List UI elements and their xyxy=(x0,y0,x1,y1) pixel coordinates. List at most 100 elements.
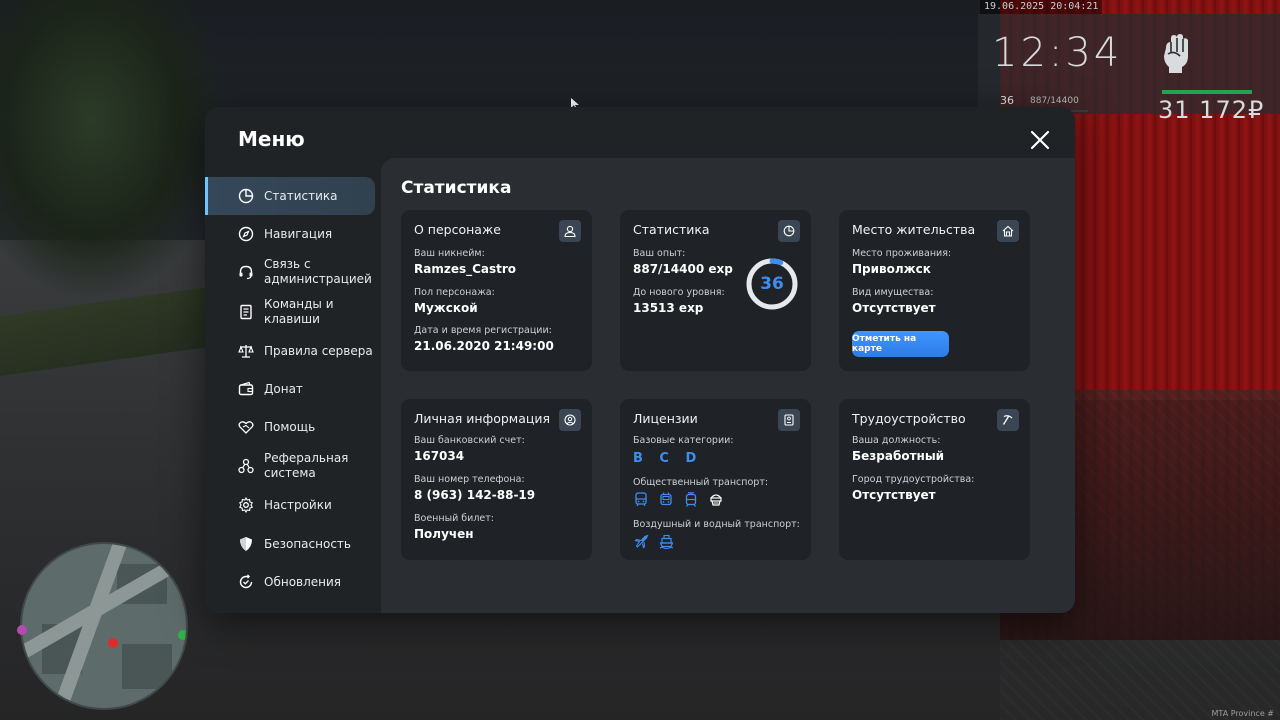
registration-label: Дата и время регистрации: xyxy=(414,325,552,336)
handshake-heart-icon xyxy=(237,418,255,436)
sidebar-item-label: Навигация xyxy=(264,226,333,241)
pie-chart-icon xyxy=(778,220,800,242)
card-title: Трудоустройство xyxy=(852,411,966,426)
phone-label: Ваш номер телефона: xyxy=(414,474,525,485)
military-label: Военный билет: xyxy=(414,513,494,524)
card-employment: Трудоустройство Ваша должность: Безработ… xyxy=(839,399,1030,560)
wallet-icon xyxy=(237,380,255,398)
bank-label: Ваш банковский счет: xyxy=(414,435,525,446)
hud-money: 31 172₽ xyxy=(1158,96,1265,124)
basic-categories-value: B C D xyxy=(633,451,703,466)
sidebar-item-label: Команды и клавиши xyxy=(264,297,334,326)
sidebar-item-settings[interactable]: Настройки xyxy=(205,486,375,524)
sidebar-item-label: Донат xyxy=(264,381,303,396)
house-icon xyxy=(997,220,1019,242)
close-button[interactable] xyxy=(1029,129,1051,151)
sidebar-item-navigation[interactable]: Навигация xyxy=(205,215,375,253)
registration-value: 21.06.2020 21:49:00 xyxy=(414,339,554,353)
exp-value: 887/14400 exp xyxy=(633,262,733,276)
card-title: Лицензии xyxy=(633,411,698,426)
headset-icon xyxy=(237,263,255,281)
next-level-value: 13513 exp xyxy=(633,301,704,315)
phone-value: 8 (963) 142-88-19 xyxy=(414,488,536,502)
sidebar-item-updates[interactable]: Обновления xyxy=(205,563,375,601)
work-city-value: Отсутствует xyxy=(852,488,936,502)
sidebar-item-statistics[interactable]: Статистика xyxy=(205,177,375,215)
sidebar-item-label: Правила сервера xyxy=(264,343,373,358)
gender-value: Мужской xyxy=(414,301,478,315)
minimap-marker xyxy=(17,625,27,635)
basic-categories-label: Базовые категории: xyxy=(633,435,734,446)
card-title: Место жительства xyxy=(852,222,976,237)
minimap-player-marker xyxy=(108,638,118,648)
user-icon xyxy=(559,220,581,242)
hud-datetime: 19.06.2025 20:04:21 xyxy=(980,0,1103,14)
tram-icon xyxy=(683,491,699,507)
content-panel: Статистика О персонаже Ваш никнейм: Ramz… xyxy=(381,158,1075,613)
sidebar-item-label: Реферальная система xyxy=(264,451,349,480)
sidebar-item-help[interactable]: Помощь xyxy=(205,408,375,446)
air-water-transport-icons xyxy=(633,533,674,549)
nickname-value: Ramzes_Castro xyxy=(414,262,517,276)
compass-icon xyxy=(237,225,255,243)
gender-label: Пол персонажа: xyxy=(414,287,495,298)
next-level-label: До нового уровня: xyxy=(633,287,725,298)
sidebar-item-label: Помощь xyxy=(264,419,316,434)
level-number: 36 xyxy=(760,274,784,294)
sidebar-item-rules[interactable]: Правила сервера xyxy=(205,332,375,370)
sidebar-item-label: Статистика xyxy=(264,188,338,203)
sidebar-item-admin-contact[interactable]: Связь с администрацией xyxy=(205,253,375,291)
close-icon xyxy=(1030,130,1050,150)
refresh-check-icon xyxy=(237,573,255,591)
game-tree xyxy=(0,0,230,300)
place-value: Приволжск xyxy=(852,262,931,276)
id-card-icon xyxy=(778,409,800,431)
minimap xyxy=(20,542,188,710)
public-transport-icons xyxy=(633,491,724,507)
scales-icon xyxy=(237,342,255,360)
position-value: Безработный xyxy=(852,449,945,463)
position-label: Ваша должность: xyxy=(852,435,941,446)
gear-icon xyxy=(237,496,255,514)
bank-value: 167034 xyxy=(414,449,465,463)
sidebar-item-label: Обновления xyxy=(264,574,342,589)
card-title: Личная информация xyxy=(414,411,551,426)
hud-clock: 12:34 xyxy=(992,30,1123,76)
public-transport-label: Общественный транспорт: xyxy=(633,477,769,488)
taxi-icon xyxy=(708,491,724,507)
pie-chart-icon xyxy=(237,187,255,205)
pickaxe-icon xyxy=(997,409,1019,431)
card-character: О персонаже Ваш никнейм: Ramzes_Castro П… xyxy=(401,210,592,371)
sidebar-item-security[interactable]: Безопасность xyxy=(205,525,375,563)
trolleybus-icon xyxy=(658,491,674,507)
minimap-marker xyxy=(178,630,186,640)
hud-level: 36 xyxy=(1000,94,1014,107)
work-city-label: Город трудоустройства: xyxy=(852,474,975,485)
hud-exp: 887/14400 xyxy=(1030,96,1079,106)
card-licenses: Лицензии Базовые категории: B C D Общест… xyxy=(620,399,811,560)
boat-icon xyxy=(658,533,674,549)
hud-health-bar xyxy=(1162,90,1252,94)
document-icon xyxy=(237,303,255,321)
bus-icon xyxy=(633,491,649,507)
menu-window: Меню Статистика Навигация Связь с админи… xyxy=(205,107,1075,613)
minimap-block xyxy=(122,644,172,689)
card-title: О персонаже xyxy=(414,222,501,237)
sidebar-item-label: Безопасность xyxy=(264,536,351,551)
network-icon xyxy=(237,457,255,475)
sidebar-item-commands[interactable]: Команды и клавиши xyxy=(205,293,375,331)
military-value: Получен xyxy=(414,527,474,541)
place-label: Место проживания: xyxy=(852,248,952,259)
property-label: Вид имущества: xyxy=(852,287,934,298)
menu-title: Меню xyxy=(238,127,305,151)
mark-on-map-button[interactable]: Отметить на карте xyxy=(852,331,949,357)
fist-icon xyxy=(1160,34,1194,74)
air-water-transport-label: Воздушный и водный транспорт: xyxy=(633,519,800,530)
card-title: Статистика xyxy=(633,222,710,237)
sidebar-item-label: Настройки xyxy=(264,497,332,512)
shield-icon xyxy=(237,535,255,553)
page-title: Статистика xyxy=(401,178,512,198)
sidebar-item-donate[interactable]: Донат xyxy=(205,370,375,408)
exp-label: Ваш опыт: xyxy=(633,248,686,259)
sidebar-item-referral[interactable]: Реферальная система xyxy=(205,447,375,485)
